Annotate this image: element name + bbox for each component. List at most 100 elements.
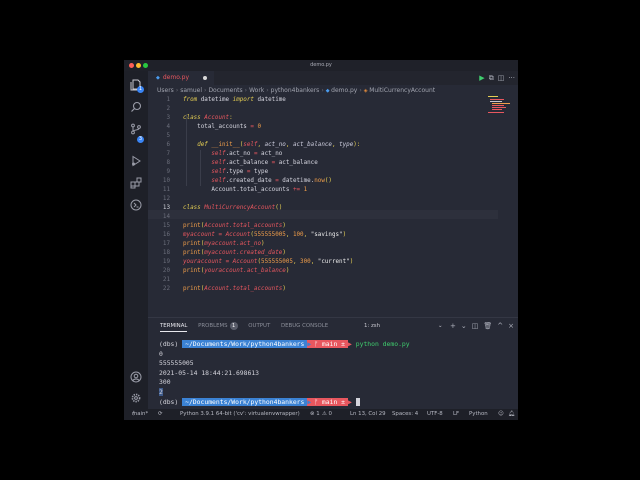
- split-terminal-icon[interactable]: ◫: [472, 322, 479, 330]
- run-debug-icon[interactable]: [130, 155, 142, 167]
- python-file-icon: ◆: [156, 75, 160, 81]
- search-icon[interactable]: [130, 101, 142, 113]
- tab-output[interactable]: OUTPUT: [248, 323, 270, 329]
- line-number: 13: [162, 205, 170, 211]
- indentation[interactable]: Spaces: 4: [392, 409, 418, 420]
- code-line: 17 print(myaccount.act_no): [148, 240, 265, 249]
- line-number: 22: [162, 286, 170, 292]
- breadcrumb-item[interactable]: samuel: [180, 87, 202, 94]
- line-number: 1: [166, 97, 170, 103]
- extensions-icon[interactable]: [130, 177, 142, 189]
- prompt-path: ~/Documents/Work/python4bankers: [182, 340, 308, 348]
- code-line: 8 self.act_balance = act_balance: [148, 159, 317, 168]
- compare-icon[interactable]: ⧉: [489, 74, 494, 82]
- language-mode[interactable]: Python: [469, 409, 488, 420]
- code-line: 11 Account.total_accounts += 1: [148, 186, 307, 195]
- terminal-output[interactable]: (dbs) ~/Documents/Work/python4bankers ▶ ᚠ …: [159, 340, 514, 407]
- code-line: 2: [148, 105, 183, 114]
- explorer-badge: 1: [137, 86, 144, 93]
- line-number: 8: [166, 160, 170, 166]
- terminal-prompt-line: (dbs) ~/Documents/Work/python4bankers ▶ ᚠ …: [159, 340, 514, 350]
- code-line: 9 self.type = type: [148, 168, 268, 177]
- line-number: 17: [162, 241, 170, 247]
- env-label: (dbs): [159, 397, 179, 406]
- minimap[interactable]: [488, 96, 512, 116]
- vscode-window: demo.py 1 3 ◆ demo.py ▶ ⧉ ◫ ··· Users › …: [124, 60, 518, 420]
- tab-problems[interactable]: PROBLEMS 1: [198, 322, 238, 330]
- powerline-separator-icon: ▶: [348, 340, 352, 348]
- sync-icon[interactable]: ⟳: [158, 409, 163, 420]
- python-interpreter[interactable]: Python 3.9.1 64-bit ('cv': virtualenvwra…: [180, 409, 300, 420]
- terminal-output-line: 0: [159, 349, 163, 358]
- panel-tabs: TERMINAL PROBLEMS 1 OUTPUT DEBUG CONSOLE: [160, 321, 337, 332]
- notifications-icon[interactable]: 🔔︎: [508, 409, 515, 420]
- line-ending[interactable]: LF: [453, 409, 459, 420]
- terminal-select[interactable]: 1: zsh ⌄: [364, 321, 444, 331]
- minimap-line: [488, 112, 504, 113]
- breadcrumb-item[interactable]: python4bankers: [271, 87, 320, 94]
- run-file-icon[interactable]: ▶: [479, 74, 484, 82]
- unsaved-dot-icon[interactable]: [203, 76, 207, 80]
- code-line: 4 total_accounts = 0: [148, 123, 261, 132]
- branch-label: main*: [132, 411, 149, 417]
- more-actions-icon[interactable]: ···: [508, 74, 515, 82]
- editor-tab[interactable]: ◆ demo.py: [148, 71, 214, 85]
- selected-text: 2: [159, 387, 163, 396]
- breadcrumb-item[interactable]: Users: [157, 87, 174, 94]
- code-line: 15 print(Account.total_accounts): [148, 222, 286, 231]
- settings-icon[interactable]: [130, 392, 142, 404]
- source-control-icon[interactable]: [130, 123, 142, 135]
- breadcrumb-separator-icon: ›: [244, 87, 248, 94]
- breadcrumb-separator-icon: ›: [204, 87, 207, 94]
- close-window-button[interactable]: [129, 63, 134, 68]
- code-editor[interactable]: 1 from datetime import datetime 2 3 class …: [148, 96, 518, 354]
- bottom-panel: TERMINAL PROBLEMS 1 OUTPUT DEBUG CONSOLE …: [148, 317, 518, 410]
- feedback-icon[interactable]: ☺: [498, 409, 504, 420]
- error-count[interactable]: ⊗ 1: [310, 409, 320, 420]
- remote-icon[interactable]: [130, 199, 142, 211]
- breadcrumb-item[interactable]: Work: [249, 87, 264, 94]
- breadcrumb-separator-icon: ›: [359, 87, 362, 94]
- breadcrumb-separator-icon: ›: [266, 87, 269, 94]
- split-editor-icon[interactable]: ◫: [498, 74, 505, 82]
- minimap-line: [488, 96, 498, 97]
- minimize-window-button[interactable]: [136, 63, 141, 68]
- zoom-window-button[interactable]: [143, 63, 148, 68]
- terminal-command: python demo.py: [355, 340, 410, 348]
- line-number: 5: [166, 133, 170, 139]
- code-line: 3 class Account:: [148, 114, 232, 123]
- breadcrumb-item[interactable]: demo.py: [331, 87, 357, 94]
- breadcrumb-item[interactable]: Documents: [208, 87, 242, 94]
- cursor-position[interactable]: Ln 13, Col 29: [350, 409, 386, 420]
- trash-icon[interactable]: 🗑: [483, 322, 492, 330]
- chevron-up-icon[interactable]: ^: [497, 322, 503, 330]
- code-line: 6 def __init__(self, act_no, act_balance…: [148, 141, 360, 150]
- encoding[interactable]: UTF-8: [427, 409, 443, 420]
- chevron-down-icon[interactable]: ⌄: [461, 322, 467, 330]
- breadcrumb-item[interactable]: MultiCurrencyAccount: [369, 87, 435, 94]
- breadcrumb-separator-icon: ›: [175, 87, 179, 94]
- tab-debug-console[interactable]: DEBUG CONSOLE: [281, 323, 328, 329]
- line-number: 4: [166, 124, 170, 130]
- line-number: 16: [162, 232, 170, 238]
- code-line: 19 youraccount = Account(555555005, 300, …: [148, 258, 353, 267]
- panel-toolbar: + ⌄ ◫ 🗑 ^ ×: [445, 321, 514, 331]
- line-number: 10: [162, 178, 170, 184]
- account-icon[interactable]: [130, 371, 142, 383]
- line-number: 11: [162, 187, 170, 193]
- code-line: 10 self.created_date = datetime.now(): [148, 177, 332, 186]
- prompt-git-branch: ᚠ main ±: [311, 340, 349, 348]
- code-line: 21: [148, 276, 183, 285]
- line-number: 18: [162, 250, 170, 256]
- close-icon[interactable]: ×: [508, 322, 514, 330]
- line-number: 2: [166, 106, 170, 112]
- terminal-output-line: 300: [159, 378, 171, 387]
- warning-count[interactable]: ⚠ 0: [322, 409, 332, 420]
- line-number: 20: [162, 268, 170, 274]
- line-number: 14: [162, 214, 170, 220]
- line-number: 7: [166, 151, 170, 157]
- terminal-prompt-line: (dbs) ~/Documents/Work/python4bankers ▶ ᚠ …: [159, 397, 514, 408]
- code-line: 18 print(myaccount.created_date): [148, 249, 286, 258]
- tab-terminal[interactable]: TERMINAL: [160, 323, 188, 332]
- new-terminal-icon[interactable]: +: [450, 322, 456, 330]
